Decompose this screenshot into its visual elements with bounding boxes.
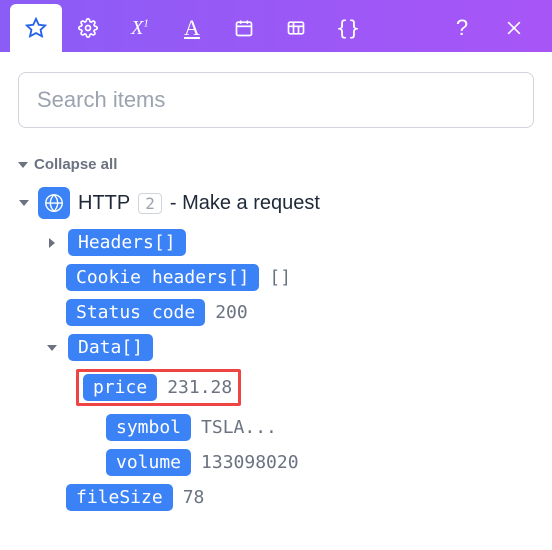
filesize-pill[interactable]: fileSize — [66, 484, 173, 511]
http-label: HTTP — [78, 192, 130, 215]
braces-icon: {} — [336, 16, 360, 40]
price-value: 231.28 — [167, 377, 232, 398]
globe-icon — [38, 187, 70, 219]
filesize-row[interactable]: fileSize 78 — [66, 484, 534, 511]
tab-settings[interactable] — [62, 4, 114, 52]
cookie-pill[interactable]: Cookie headers[] — [66, 264, 259, 291]
tab-variable[interactable]: X1 — [114, 4, 166, 52]
tab-star[interactable] — [10, 4, 62, 52]
http-count: 2 — [138, 193, 162, 214]
headers-row[interactable]: Headers[] — [46, 229, 534, 256]
price-highlight: price 231.28 — [76, 369, 241, 406]
variable-icon: X1 — [131, 17, 149, 40]
search-input[interactable] — [18, 72, 534, 128]
collapse-all[interactable]: Collapse all — [18, 156, 534, 173]
http-node[interactable]: HTTP 2 - Make a request — [18, 187, 534, 219]
price-row[interactable]: price 231.28 — [76, 369, 534, 406]
status-row[interactable]: Status code 200 — [66, 299, 534, 326]
filesize-value: 78 — [183, 487, 205, 508]
collapse-all-label: Collapse all — [34, 156, 117, 173]
symbol-value: TSLA... — [201, 417, 277, 438]
tab-calendar[interactable] — [218, 4, 270, 52]
symbol-row[interactable]: symbol TSLA... — [106, 414, 534, 441]
toolbar: X1 A {} ? — [0, 0, 552, 52]
status-pill[interactable]: Status code — [66, 299, 205, 326]
volume-pill[interactable]: volume — [106, 449, 191, 476]
close-button[interactable] — [488, 4, 540, 52]
headers-pill[interactable]: Headers[] — [68, 229, 186, 256]
http-suffix: - Make a request — [170, 192, 320, 215]
caret-down-icon — [47, 345, 57, 351]
tab-table[interactable] — [270, 4, 322, 52]
font-icon: A — [184, 15, 200, 41]
caret-down-icon — [18, 162, 28, 168]
caret-down-icon — [19, 200, 29, 206]
cookie-row[interactable]: Cookie headers[] [] — [66, 264, 534, 291]
volume-row[interactable]: volume 133098020 — [106, 449, 534, 476]
caret-right-icon — [49, 238, 55, 248]
tree: HTTP 2 - Make a request Headers[] Cookie… — [18, 187, 534, 511]
cookie-value: [] — [269, 267, 291, 288]
status-value: 200 — [215, 302, 248, 323]
help-icon: ? — [456, 15, 468, 41]
data-pill[interactable]: Data[] — [68, 334, 153, 361]
content: Collapse all HTTP 2 - Make a request Hea… — [0, 52, 552, 511]
help-button[interactable]: ? — [436, 4, 488, 52]
price-pill[interactable]: price — [83, 374, 157, 401]
data-row[interactable]: Data[] — [46, 334, 534, 361]
volume-value: 133098020 — [201, 452, 299, 473]
symbol-pill[interactable]: symbol — [106, 414, 191, 441]
tab-font[interactable]: A — [166, 4, 218, 52]
tab-braces[interactable]: {} — [322, 4, 374, 52]
